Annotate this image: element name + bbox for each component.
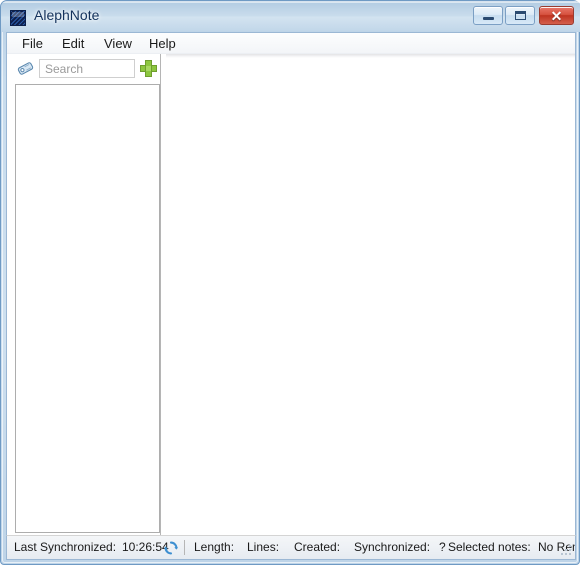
selected-notes-label: Selected notes: [448,540,531,554]
search-input[interactable]: Search [39,59,135,78]
maximize-icon [506,7,534,24]
resize-grip-icon[interactable] [560,544,573,557]
window-title: AlephNote [34,7,100,23]
application-window: AlephNote ✕ File Edit View Help Search L… [0,0,580,565]
notes-sidebar: Search [7,54,160,535]
alephnote-logo-icon [10,10,26,26]
title-bar-highlight [1,1,580,3]
unknown-indicator: ? [439,540,446,554]
minimize-icon [474,7,502,24]
search-placeholder: Search [45,62,84,76]
menu-bar: File Edit View Help [7,33,575,54]
search-bar: Search [7,54,160,84]
title-bar[interactable]: AlephNote ✕ [1,1,580,32]
client-area: File Edit View Help Search [6,32,576,535]
note-list[interactable] [15,84,160,533]
menu-item-file[interactable]: File [15,35,50,52]
tag-icon[interactable] [17,61,34,76]
lines-label: Lines: [247,540,280,554]
plus-icon [140,60,157,77]
created-label: Created: [294,540,341,554]
status-bar: Last Synchronized: 10:26:54 Length: Line… [6,535,576,560]
length-label: Length: [194,540,235,554]
menu-item-view[interactable]: View [97,35,139,52]
close-button[interactable]: ✕ [539,6,574,25]
close-glyph: ✕ [550,7,563,24]
last-synchronized-value: 10:26:54 [122,540,169,554]
last-synchronized-label: Last Synchronized: [14,540,117,554]
menu-item-edit[interactable]: Edit [55,35,91,52]
synchronized-label: Synchronized: [354,540,431,554]
logo-sheen [12,12,24,17]
sync-refresh-icon[interactable] [164,541,178,555]
note-editor-pane [166,54,575,535]
maximize-button[interactable] [505,6,535,25]
minimize-button[interactable] [473,6,503,25]
menu-item-help[interactable]: Help [142,35,183,52]
close-icon: ✕ [540,7,573,24]
add-note-button[interactable] [139,59,158,78]
status-separator-1 [184,540,185,555]
note-editor-text-area[interactable] [166,58,575,535]
